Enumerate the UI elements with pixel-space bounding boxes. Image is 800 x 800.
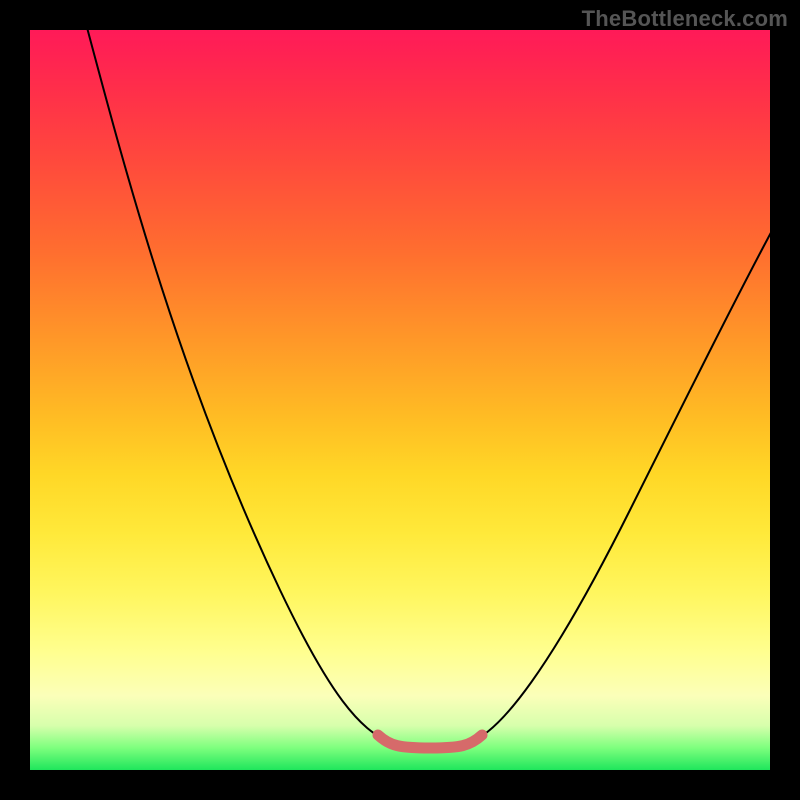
watermark-text: TheBottleneck.com xyxy=(582,6,788,32)
curve-layer xyxy=(30,30,770,770)
trough-highlight xyxy=(378,735,482,748)
plot-area xyxy=(30,30,770,770)
bottleneck-curve xyxy=(85,30,770,745)
chart-frame: TheBottleneck.com xyxy=(0,0,800,800)
